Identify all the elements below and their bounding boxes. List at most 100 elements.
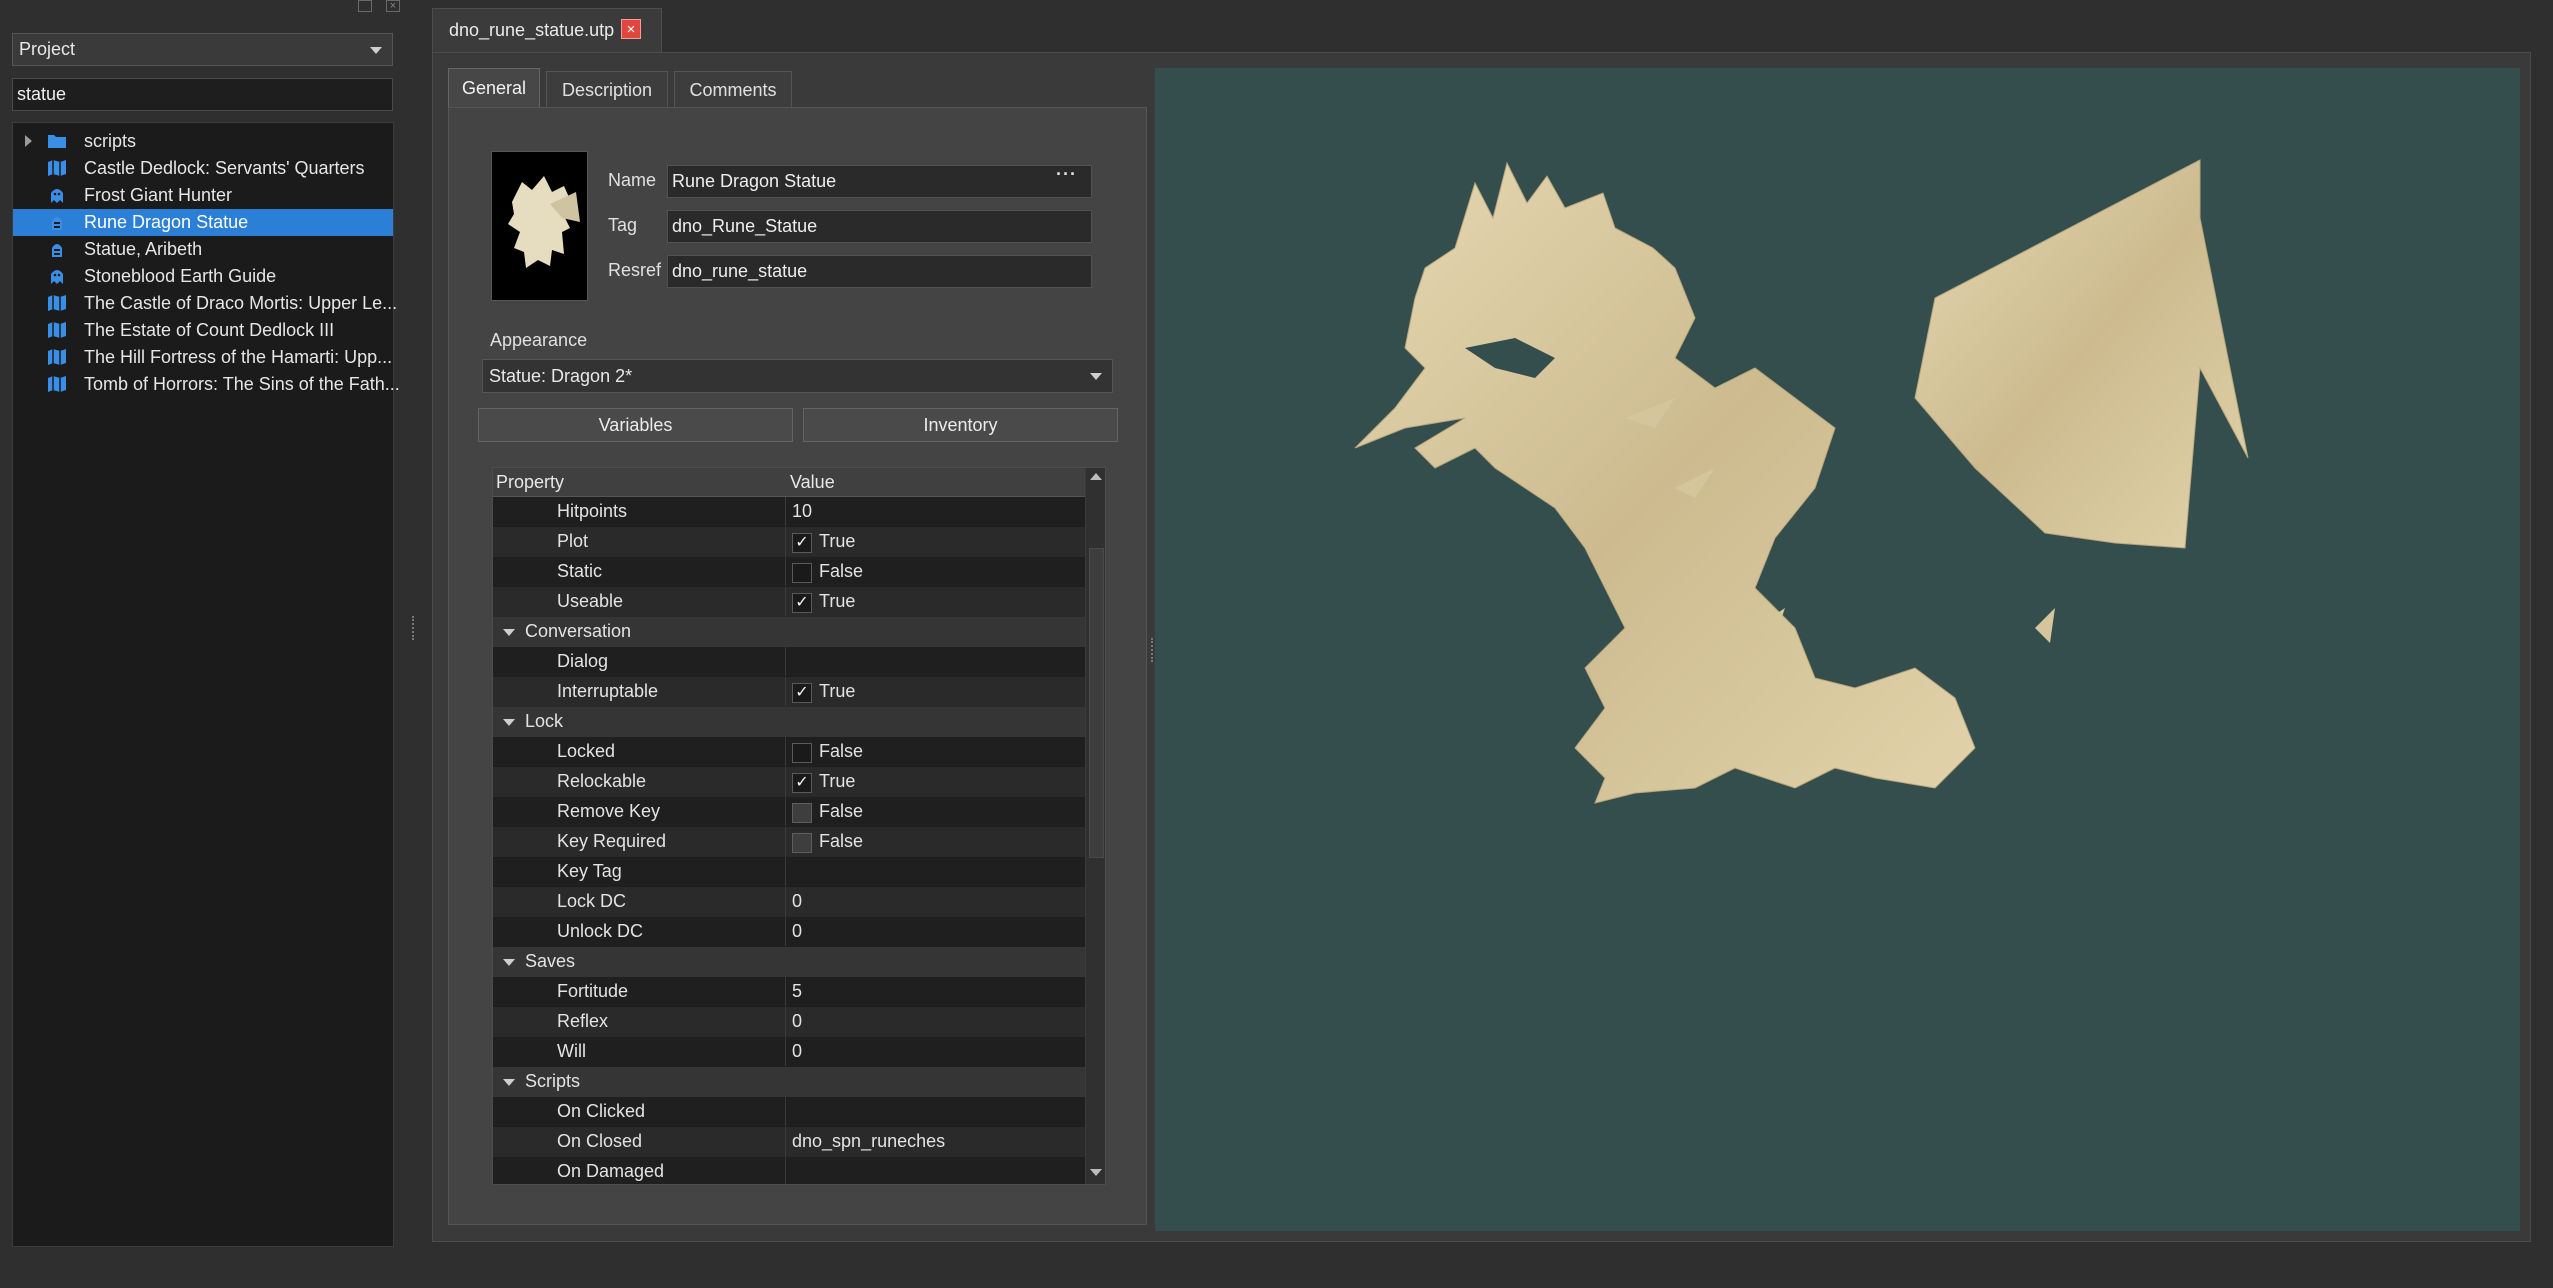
property-value-cell[interactable] <box>785 1037 1086 1066</box>
tab-general[interactable]: General <box>448 68 540 108</box>
grid-scrollbar[interactable] <box>1085 468 1105 1184</box>
property-group-row[interactable]: Conversation <box>493 617 1085 648</box>
property-row[interactable]: Will 0 <box>493 1037 1085 1068</box>
property-row[interactable]: Remove Key False <box>493 797 1085 828</box>
property-name: Will <box>557 1041 586 1061</box>
tree-item[interactable]: Statue, Aribeth <box>13 236 393 263</box>
tree-item[interactable]: Stoneblood Earth Guide <box>13 263 393 290</box>
resref-field[interactable]: dno_rune_statue <box>667 255 1092 288</box>
portrait-thumbnail[interactable] <box>491 151 588 301</box>
property-value-cell[interactable] <box>785 857 1086 886</box>
tree-item[interactable]: The Estate of Count Dedlock III <box>13 317 393 344</box>
property-name: Hitpoints <box>557 501 628 521</box>
property-row[interactable]: Unlock DC 0 <box>493 917 1085 948</box>
map-icon <box>47 375 67 393</box>
appearance-label: Appearance <box>490 330 588 350</box>
scrollbar-thumb[interactable] <box>1089 548 1104 858</box>
tag-field-value: dno_Rune_Statue <box>672 216 818 236</box>
tree-item-label: Frost Giant Hunter <box>84 185 233 205</box>
chevron-down-icon <box>1090 373 1102 380</box>
property-row[interactable]: Key Required False <box>493 827 1085 858</box>
placeable-icon <box>47 240 67 258</box>
tree-item[interactable]: Frost Giant Hunter <box>13 182 393 209</box>
header-value[interactable]: Value <box>790 472 835 493</box>
tree-item-label: The Castle of Draco Mortis: Upper Le... <box>84 293 398 313</box>
property-group-row[interactable]: Lock <box>493 707 1085 738</box>
tree-item-label: Tomb of Horrors: The Sins of the Fath... <box>84 374 400 394</box>
property-name: Reflex <box>557 1011 609 1031</box>
header-property[interactable]: Property <box>496 472 564 493</box>
variables-button[interactable]: Variables <box>478 408 793 442</box>
property-value-cell[interactable] <box>785 887 1086 916</box>
tab-description-label: Description <box>561 79 653 100</box>
property-row[interactable]: On Damaged <box>493 1157 1086 1184</box>
property-value-cell[interactable] <box>785 1157 1086 1184</box>
tree-item[interactable]: Tomb of Horrors: The Sins of the Fath... <box>13 371 400 398</box>
close-panel-icon[interactable]: × <box>386 0 400 12</box>
panel-splitter-handle[interactable] <box>412 616 416 640</box>
grid-header: Property Value <box>493 468 1085 497</box>
collapse-arrow-icon[interactable] <box>503 959 515 966</box>
property-row[interactable]: Hitpoints 10 <box>493 497 1085 528</box>
tree-item[interactable]: Castle Dedlock: Servants' Quarters <box>13 155 393 182</box>
document-tab[interactable]: dno_rune_statue.utp × <box>432 8 662 52</box>
collapse-arrow-icon[interactable] <box>503 1079 515 1086</box>
tag-field[interactable]: dno_Rune_Statue <box>667 210 1092 243</box>
property-value-cell[interactable] <box>785 1097 1086 1126</box>
creature-icon <box>47 186 67 204</box>
search-input[interactable]: statue <box>12 78 393 111</box>
collapse-arrow-icon[interactable] <box>503 719 515 726</box>
property-name: Dialog <box>557 651 609 671</box>
project-selector[interactable]: Project <box>12 33 393 66</box>
tab-description[interactable]: Description <box>546 71 668 108</box>
scroll-up-icon[interactable] <box>1090 473 1102 480</box>
resref-field-value: dno_rune_statue <box>672 261 808 281</box>
property-row[interactable]: Static False <box>493 557 1085 588</box>
project-tree[interactable]: scripts Castle Dedlock: Servants' Quarter… <box>12 122 400 1247</box>
tab-comments[interactable]: Comments <box>674 71 792 108</box>
localized-name-button[interactable]: ··· <box>1056 164 1077 185</box>
property-value-cell[interactable] <box>785 977 1086 1006</box>
property-value: True <box>819 771 856 791</box>
inventory-button[interactable]: Inventory <box>803 408 1118 442</box>
property-group-row[interactable]: Saves <box>493 947 1085 978</box>
tree-item-label: Castle Dedlock: Servants' Quarters <box>84 158 365 178</box>
property-row[interactable]: On Closed dno_spn_runeches <box>493 1127 1085 1158</box>
property-value: False <box>819 801 864 821</box>
tab-comments-label: Comments <box>689 79 777 100</box>
variables-button-label: Variables <box>598 414 673 435</box>
property-row[interactable]: Fortitude 5 <box>493 977 1085 1008</box>
tree-item[interactable]: The Castle of Draco Mortis: Upper Le... <box>13 290 397 317</box>
property-row[interactable]: Plot ✓ True <box>493 527 1085 558</box>
property-value-cell[interactable] <box>785 1007 1086 1036</box>
expand-arrow-icon[interactable] <box>25 135 32 147</box>
tree-item-label: Rune Dragon Statue <box>84 212 249 232</box>
collapse-arrow-icon[interactable] <box>503 629 515 636</box>
property-row[interactable]: Interruptable ✓ True <box>493 677 1085 708</box>
property-row[interactable]: Useable ✓ True <box>493 587 1085 618</box>
property-group-row[interactable]: Scripts <box>493 1067 1085 1098</box>
project-selector-value: Project <box>19 39 76 59</box>
appearance-select[interactable]: Statue: Dragon 2* <box>482 359 1113 393</box>
property-row[interactable]: Key Tag <box>493 857 1085 888</box>
property-value-cell[interactable] <box>785 497 1086 526</box>
property-row[interactable]: Locked False <box>493 737 1085 768</box>
property-row[interactable]: Relockable ✓ True <box>493 767 1085 798</box>
model-viewport[interactable] <box>1155 68 2520 1231</box>
property-value: 5 <box>792 981 803 1001</box>
close-icon[interactable]: × <box>621 19 641 39</box>
tree-item[interactable]: scripts <box>13 128 393 155</box>
name-field[interactable]: Rune Dragon Statue ··· <box>667 164 1092 198</box>
inventory-button-label: Inventory <box>923 414 998 435</box>
property-grid[interactable]: Property Value Hitpoints 10 Plot ✓ True Stati… <box>492 467 1106 1185</box>
tree-item[interactable]: Rune Dragon Statue <box>13 209 393 236</box>
property-row[interactable]: Reflex 0 <box>493 1007 1085 1038</box>
property-value-cell[interactable] <box>785 647 1086 676</box>
property-row[interactable]: On Clicked <box>493 1097 1085 1128</box>
tree-item[interactable]: The Hill Fortress of the Hamarti: Upp... <box>13 344 393 371</box>
property-row[interactable]: Dialog <box>493 647 1085 678</box>
float-panel-icon[interactable] <box>358 0 372 12</box>
scroll-down-icon[interactable] <box>1090 1169 1102 1176</box>
property-row[interactable]: Lock DC 0 <box>493 887 1085 918</box>
property-value-cell[interactable] <box>785 917 1086 946</box>
